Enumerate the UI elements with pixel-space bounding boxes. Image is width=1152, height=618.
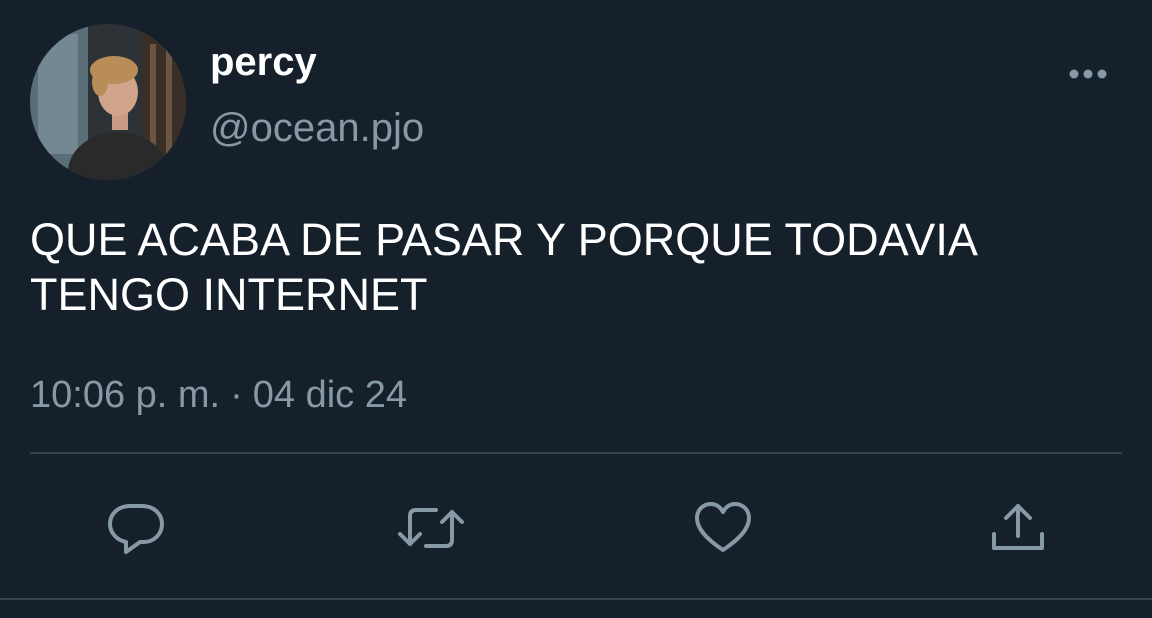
tweet-timestamp[interactable]: 10:06 p. m. · 04 dic 24 xyxy=(30,374,407,417)
meta-separator: · xyxy=(230,374,243,416)
reply-button[interactable] xyxy=(104,496,168,560)
retweet-button[interactable] xyxy=(396,496,464,560)
tweet-date: 04 dic 24 xyxy=(252,374,408,416)
share-button[interactable] xyxy=(986,496,1050,560)
reply-icon xyxy=(108,504,164,554)
tweet-time: 10:06 p. m. xyxy=(30,374,221,416)
divider xyxy=(30,452,1122,454)
avatar-photo xyxy=(30,24,186,180)
more-horizontal-icon[interactable] xyxy=(1066,62,1110,86)
like-button[interactable] xyxy=(691,496,755,560)
heart-icon xyxy=(695,502,751,552)
share-icon xyxy=(992,504,1044,550)
tweet: percy @ocean.pjo QUE ACABA DE PASAR Y PO… xyxy=(0,0,1152,618)
user-handle[interactable]: @ocean.pjo xyxy=(210,106,424,151)
display-name[interactable]: percy xyxy=(210,40,317,85)
avatar[interactable] xyxy=(30,24,186,180)
tweet-text: QUE ACABA DE PASAR Y PORQUE TODAVIA TENG… xyxy=(30,214,988,320)
divider xyxy=(0,598,1152,600)
retweet-icon xyxy=(398,508,464,548)
